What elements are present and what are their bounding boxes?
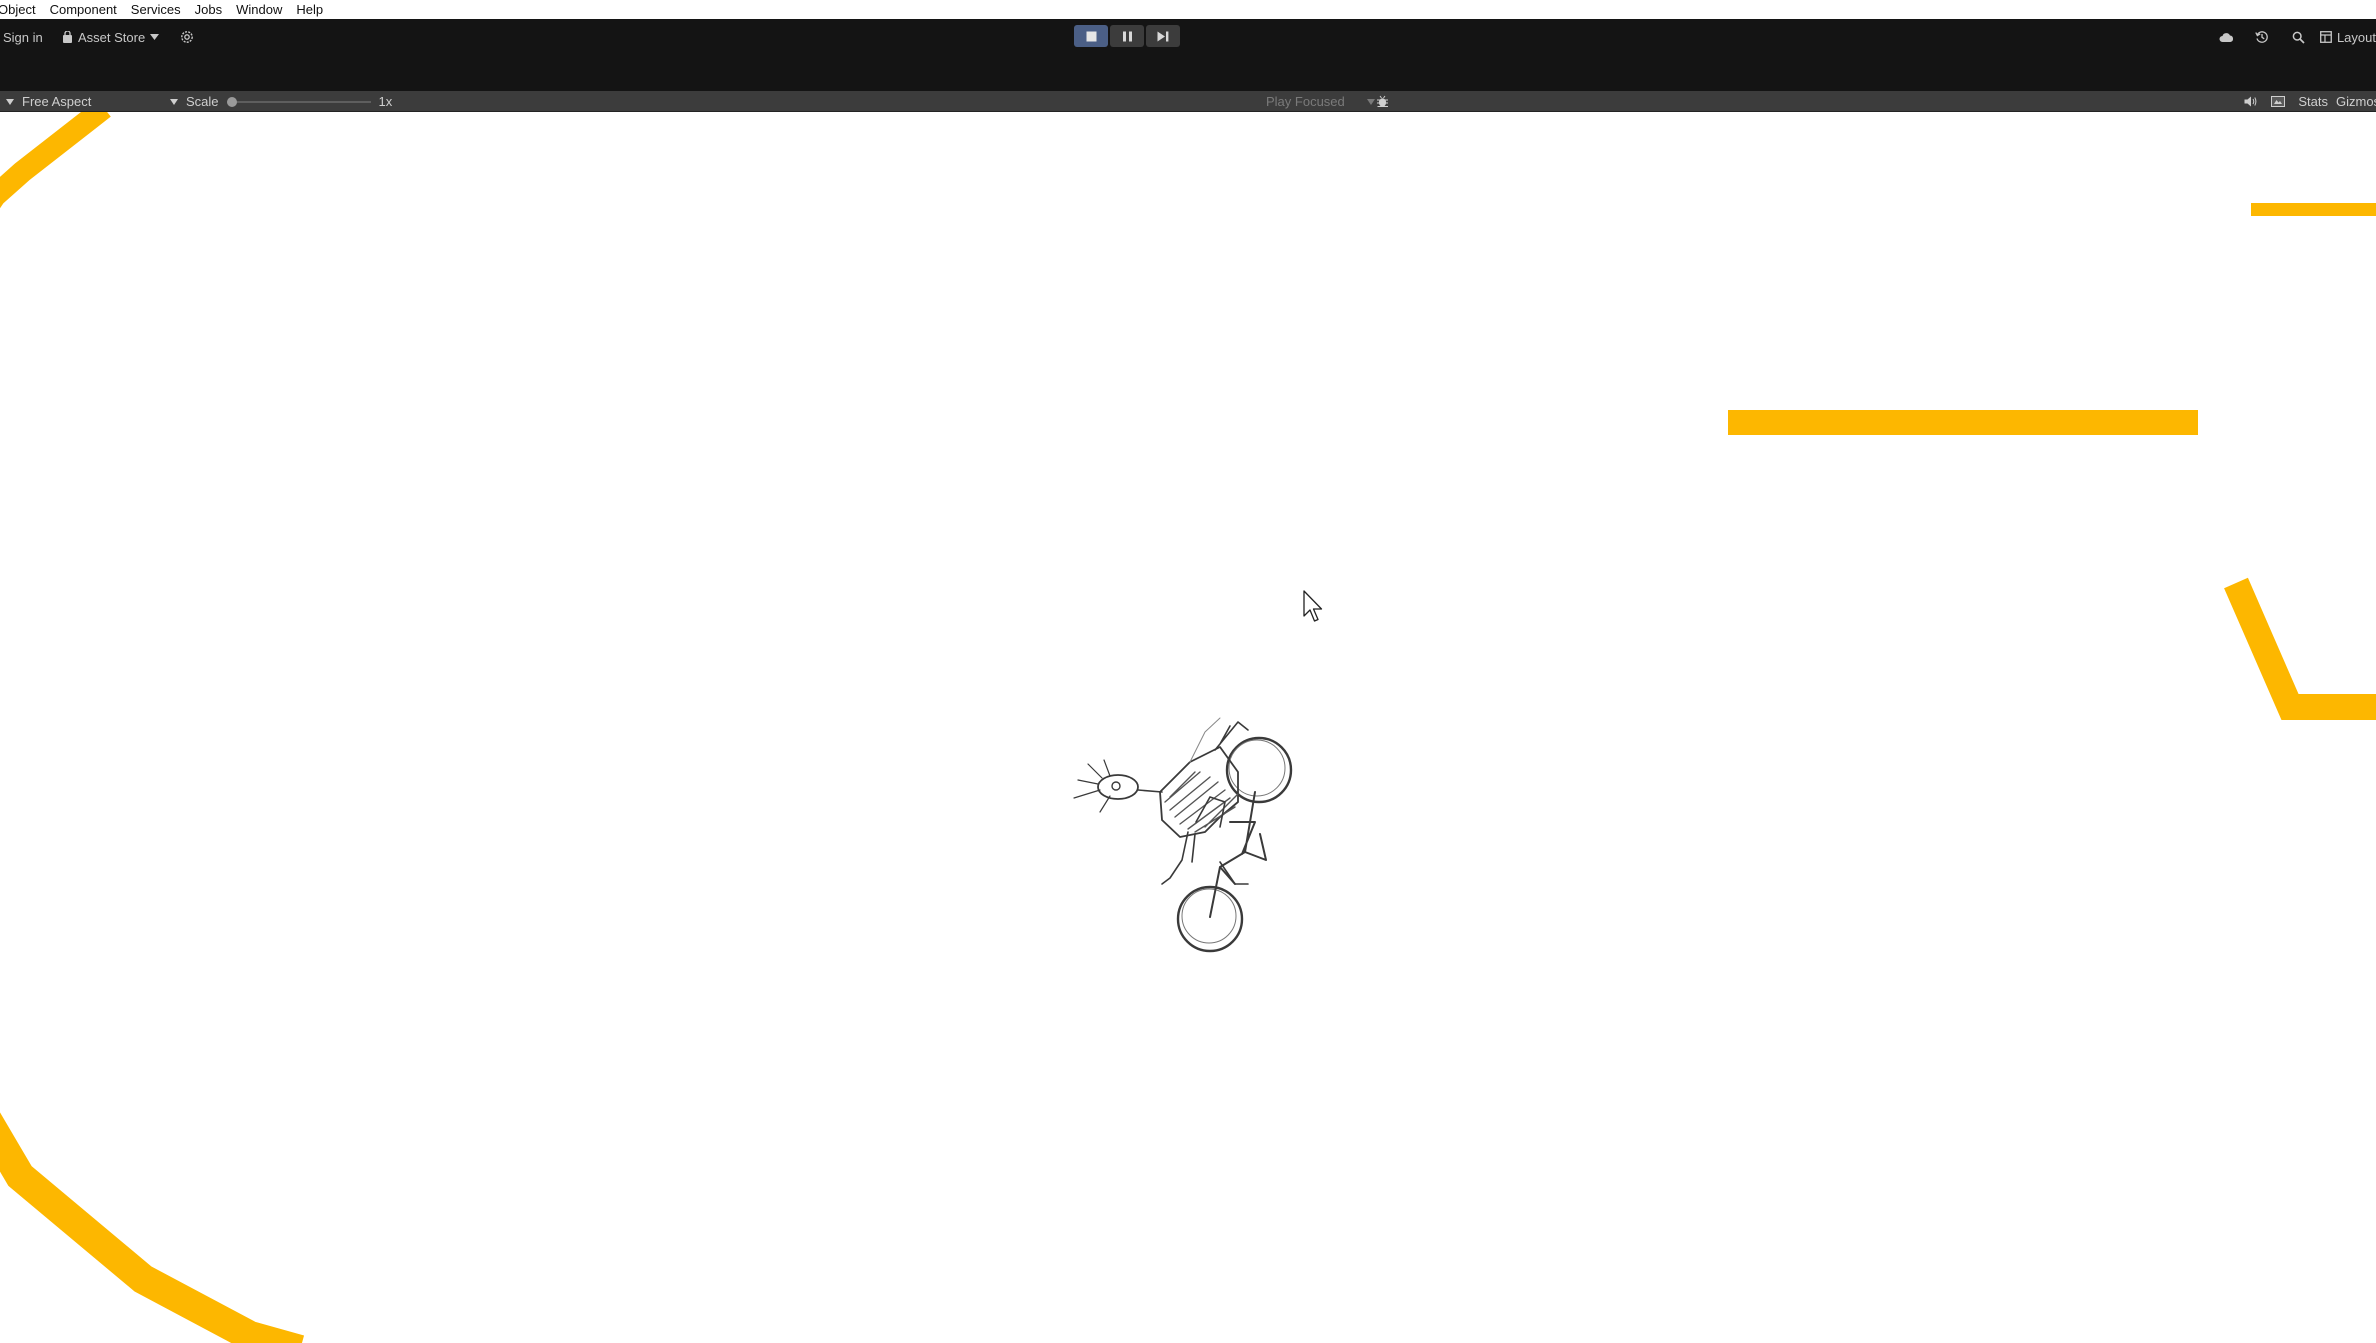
gear-icon <box>181 31 193 43</box>
stats-button[interactable]: Stats <box>2298 94 2328 109</box>
step-icon <box>1157 31 1169 41</box>
gizmos-button[interactable]: Gizmos <box>2336 94 2376 109</box>
mute-audio-button[interactable] <box>2236 91 2264 113</box>
settings-button[interactable] <box>180 26 194 48</box>
track-ramp-top-left <box>0 112 111 209</box>
play-mode-label: Play Focused <box>1266 94 1345 109</box>
scale-control: Scale 1x <box>186 91 392 112</box>
game-view-right-controls: Stats Gizmos <box>2236 91 2376 112</box>
scale-value: 1x <box>378 94 393 109</box>
scale-slider[interactable] <box>226 96 371 107</box>
aspect-label: Free Aspect <box>22 94 92 109</box>
history-icon <box>2255 31 2268 43</box>
game-viewport[interactable] <box>0 112 2376 1343</box>
asset-store-dropdown[interactable]: Asset Store <box>62 26 160 48</box>
track-platform <box>1728 410 2198 435</box>
chevron-down-icon <box>150 34 160 40</box>
bug-icon <box>1377 95 1388 107</box>
menu-bar: Object Component Services Jobs Window He… <box>0 0 2376 19</box>
pause-button[interactable] <box>1110 25 1144 47</box>
game-view-toolbar: Free Aspect Scale 1x Play Focused Stats … <box>0 91 2376 112</box>
menu-services[interactable]: Services <box>131 2 181 17</box>
caret-down-icon <box>6 98 14 105</box>
pause-icon <box>1122 31 1132 41</box>
display-icon <box>2271 96 2286 107</box>
menu-object[interactable]: Object <box>0 2 36 17</box>
mouse-cursor-icon <box>1303 590 1323 622</box>
toolbar-right: Layout <box>2208 26 2376 48</box>
asset-store-label: Asset Store <box>78 29 146 45</box>
rider-sprite <box>1073 717 1293 953</box>
rider-body <box>1159 746 1239 838</box>
chevron-down-icon <box>1366 98 1375 105</box>
track-ledge-top-right <box>2251 203 2376 216</box>
bike-frame <box>1209 791 1267 918</box>
history-button[interactable] <box>2244 26 2280 48</box>
speaker-icon <box>2244 96 2257 107</box>
step-button[interactable] <box>1146 25 1180 47</box>
scale-slider-track <box>226 100 371 103</box>
display-button[interactable] <box>2264 91 2292 113</box>
aspect-dropdown[interactable]: Free Aspect <box>6 91 178 112</box>
debug-button[interactable] <box>1376 91 1389 112</box>
search-icon <box>2292 31 2305 44</box>
stop-icon <box>1086 31 1096 41</box>
cloud-icon <box>2219 33 2233 42</box>
rear-wheel <box>1176 885 1244 953</box>
layout-dropdown[interactable]: Layout <box>2316 30 2376 45</box>
sign-in-label: Sign in <box>3 29 43 45</box>
rider-head <box>1097 774 1139 800</box>
search-button[interactable] <box>2280 26 2316 48</box>
menu-jobs[interactable]: Jobs <box>195 2 222 17</box>
menu-window[interactable]: Window <box>236 2 282 17</box>
menu-component[interactable]: Component <box>50 2 117 17</box>
track-loop-bottom <box>0 1112 305 1343</box>
sign-in-button[interactable]: Sign in <box>3 26 43 48</box>
layout-label: Layout <box>2336 29 2376 45</box>
cloud-button[interactable] <box>2208 26 2244 48</box>
stop-button[interactable] <box>1074 25 1108 47</box>
main-toolbar: Sign in Asset Store Layout <box>0 19 2376 91</box>
menu-help[interactable]: Help <box>296 2 323 17</box>
play-mode-dropdown[interactable]: Play Focused <box>1266 91 1375 112</box>
bag-icon <box>63 31 72 43</box>
layout-icon <box>2320 31 2332 43</box>
play-controls <box>1074 25 1180 47</box>
scale-slider-thumb[interactable] <box>226 96 237 107</box>
scale-label: Scale <box>186 94 219 109</box>
chevron-down-icon <box>170 98 178 105</box>
track-dip-right <box>2224 577 2376 720</box>
